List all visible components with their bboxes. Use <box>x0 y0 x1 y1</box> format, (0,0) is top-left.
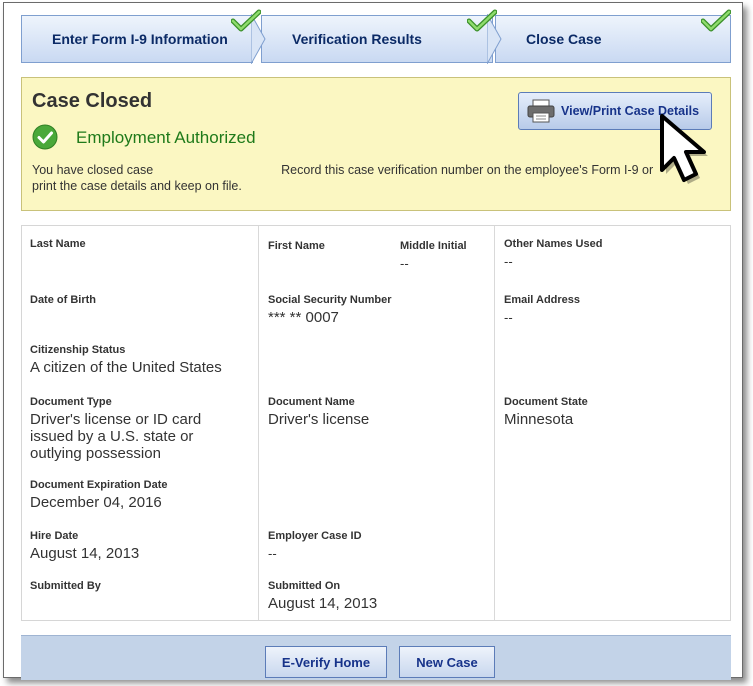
field-submitted-by: Submitted By <box>30 580 250 595</box>
field-last-name: Last Name <box>30 238 250 253</box>
checkmark-icon <box>467 9 497 32</box>
field-value: A citizen of the United States <box>30 359 222 376</box>
field-label: Employer Case ID <box>268 530 362 542</box>
printer-icon <box>527 99 555 123</box>
checkmark-icon <box>231 9 261 32</box>
field-label: Citizenship Status <box>30 344 126 356</box>
column-divider <box>258 226 259 620</box>
field-document-type: Document Type Driver's license or ID car… <box>30 396 230 462</box>
field-value: -- <box>268 546 277 561</box>
field-label: Middle Initial <box>400 240 467 252</box>
field-ssn: Social Security Number *** ** 0007 <box>268 294 488 326</box>
column-divider <box>494 226 495 620</box>
status-message: You have closed case Record this case ver… <box>32 162 672 194</box>
field-first-name: First Name <box>268 240 388 255</box>
field-submitted-on: Submitted On August 14, 2013 <box>268 580 488 612</box>
field-label: Document State <box>504 396 588 408</box>
field-value: -- <box>504 254 513 269</box>
field-hire-date: Hire Date August 14, 2013 <box>30 530 250 562</box>
field-value: August 14, 2013 <box>268 595 378 612</box>
case-details-grid: Last Name First Name Middle Initial -- O… <box>21 225 731 621</box>
action-footer: E-Verify Home New Case <box>21 635 731 680</box>
window-frame: Enter Form I-9 Information Verification … <box>3 2 743 680</box>
field-label: Document Name <box>268 396 355 408</box>
pointer-cursor-icon <box>660 114 708 184</box>
field-label: First Name <box>268 240 325 252</box>
field-value: -- <box>400 256 409 271</box>
step-enter-form: Enter Form I-9 Information <box>21 15 253 63</box>
field-value: *** ** 0007 <box>268 309 339 326</box>
e-verify-home-button[interactable]: E-Verify Home <box>265 646 387 678</box>
field-value: Minnesota <box>504 411 574 428</box>
field-label: Document Expiration Date <box>30 479 168 491</box>
step-label: Enter Form I-9 Information <box>52 31 228 47</box>
field-value: Driver's license or ID card issued by a … <box>30 411 202 462</box>
field-label: Social Security Number <box>268 294 392 306</box>
status-title: Case Closed <box>32 90 153 112</box>
field-label: Email Address <box>504 294 581 306</box>
step-label: Close Case <box>526 31 602 47</box>
case-status-panel: Case Closed Employment Authorized You ha… <box>21 77 731 211</box>
field-document-name: Document Name Driver's license <box>268 396 488 428</box>
step-label: Verification Results <box>292 31 422 47</box>
field-employer-case-id: Employer Case ID -- <box>268 530 488 562</box>
field-date-of-birth: Date of Birth <box>30 294 250 309</box>
field-document-expiration: Document Expiration Date December 04, 20… <box>30 479 250 511</box>
status-message-part1: You have closed case <box>32 163 154 177</box>
step-verification-results: Verification Results <box>261 15 493 63</box>
field-document-state: Document State Minnesota <box>504 396 724 428</box>
field-middle-initial: Middle Initial -- <box>400 240 490 272</box>
field-label: Other Names Used <box>504 238 603 250</box>
field-value: Driver's license <box>268 411 370 428</box>
field-label: Submitted By <box>30 580 101 592</box>
field-other-names: Other Names Used -- <box>504 238 724 270</box>
field-label: Date of Birth <box>30 294 96 306</box>
field-label: Last Name <box>30 238 86 250</box>
field-value: -- <box>504 310 513 325</box>
field-value: August 14, 2013 <box>30 545 140 562</box>
field-email: Email Address -- <box>504 294 724 326</box>
success-circle-icon <box>32 124 58 150</box>
new-case-button[interactable]: New Case <box>399 646 495 678</box>
field-label: Document Type <box>30 396 112 408</box>
step-close-case: Close Case <box>495 15 731 63</box>
progress-steps: Enter Form I-9 Information Verification … <box>21 9 731 65</box>
field-value: December 04, 2016 <box>30 494 162 511</box>
field-label: Submitted On <box>268 580 341 592</box>
field-label: Hire Date <box>30 530 79 542</box>
status-result: Employment Authorized <box>76 128 256 147</box>
field-citizenship: Citizenship Status A citizen of the Unit… <box>30 344 250 376</box>
checkmark-icon <box>701 9 731 32</box>
